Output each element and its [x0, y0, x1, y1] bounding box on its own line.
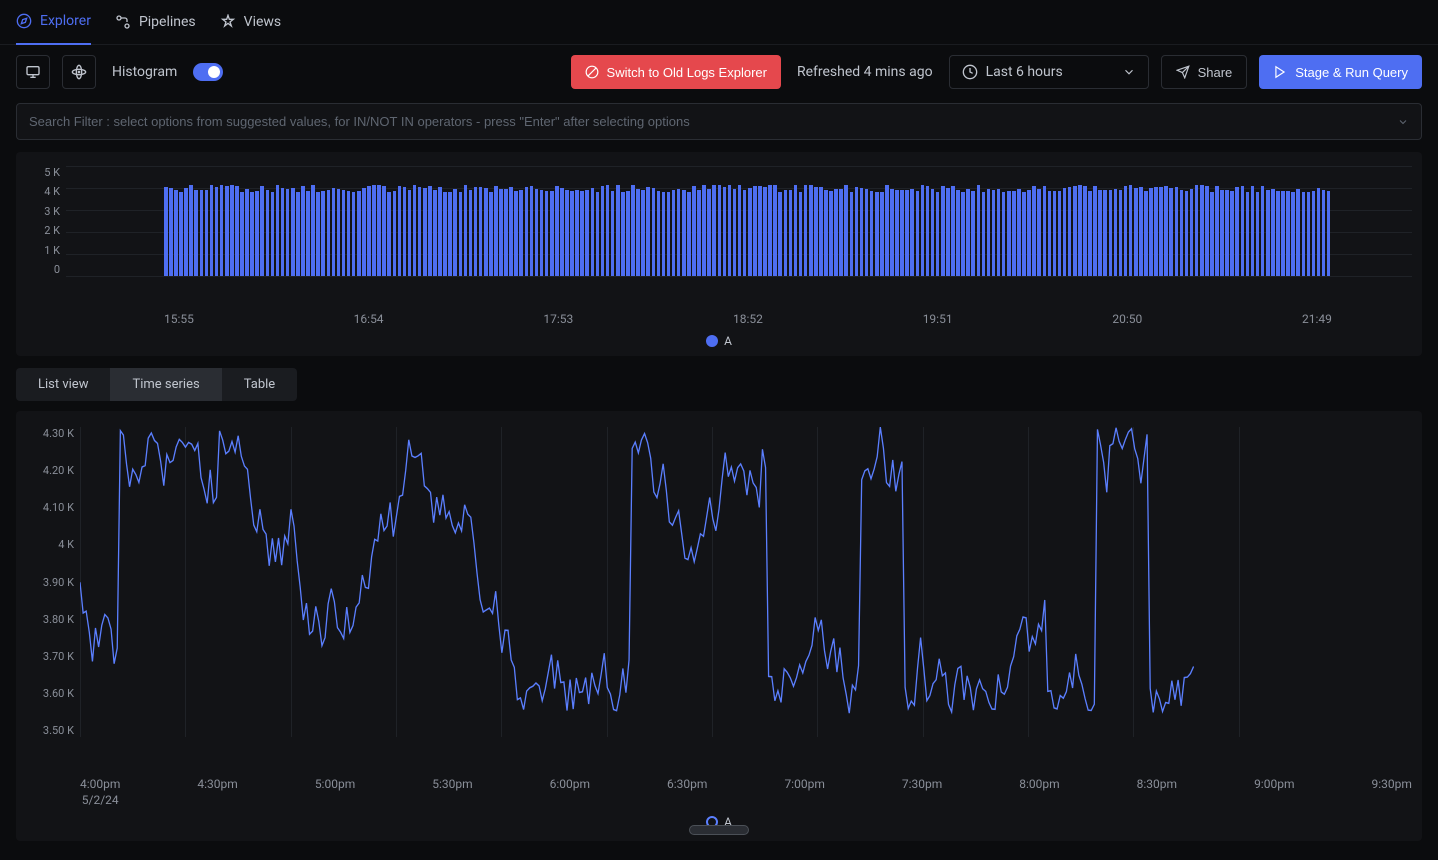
button-label: Stage & Run Query: [1295, 65, 1408, 80]
compass-icon: [16, 13, 32, 29]
tab-label: Explorer: [40, 13, 91, 29]
toolbar: Histogram Switch to Old Logs Explorer Re…: [0, 45, 1438, 99]
button-label: Switch to Old Logs Explorer: [607, 65, 767, 80]
legend-dot-a: [706, 335, 718, 347]
line-plot[interactable]: [80, 427, 1412, 737]
settings-button[interactable]: [62, 55, 96, 89]
monitor-plus-icon: [25, 64, 41, 80]
views-icon: [220, 14, 236, 30]
time-range-label: Last 6 hours: [986, 64, 1114, 80]
view-tab-timeseries[interactable]: Time series: [110, 368, 221, 401]
switch-old-explorer-button[interactable]: Switch to Old Logs Explorer: [571, 55, 781, 89]
bar-x-axis: 15:5516:5417:5318:5219:5120:5021:49: [66, 312, 1412, 326]
clock-icon: [962, 64, 978, 80]
line-y-axis: 4.30 K4.20 K4.10 K4 K3.90 K3.80 K3.70 K3…: [26, 427, 80, 737]
pipelines-icon: [115, 14, 131, 30]
search-input[interactable]: [29, 114, 1397, 129]
top-nav-tabs: Explorer Pipelines Views: [0, 0, 1438, 45]
tab-label: Pipelines: [139, 14, 196, 30]
atom-icon: [71, 64, 87, 80]
tab-pipelines[interactable]: Pipelines: [115, 0, 196, 45]
bar-plot[interactable]: [66, 166, 1412, 276]
chevron-down-icon: [1122, 65, 1136, 79]
tab-explorer[interactable]: Explorer: [16, 0, 91, 45]
view-tab-table[interactable]: Table: [222, 368, 297, 401]
histogram-label: Histogram: [112, 64, 177, 80]
line-x-axis: 4:00pm5/2/244:30pm5:00pm5:30pm6:00pm6:30…: [80, 777, 1412, 807]
histogram-chart: 5 K4 K3 K2 K1 K0 15:5516:5417:5318:5219:…: [16, 152, 1422, 356]
line-chart-panel: 4.30 K4.20 K4.10 K4 K3.90 K3.80 K3.70 K3…: [16, 411, 1422, 841]
button-label: Share: [1198, 65, 1233, 80]
legend-label: A: [724, 334, 732, 348]
play-icon: [1273, 65, 1287, 79]
time-range-selector[interactable]: Last 6 hours: [949, 55, 1149, 89]
view-tabs: List view Time series Table: [16, 368, 297, 401]
search-filter-bar[interactable]: [16, 103, 1422, 140]
share-button[interactable]: Share: [1161, 55, 1248, 89]
view-tab-list[interactable]: List view: [16, 368, 110, 401]
send-icon: [1176, 65, 1190, 79]
chevron-down-icon: [1397, 116, 1409, 128]
slash-circle-icon: [585, 65, 599, 79]
resize-handle[interactable]: [689, 825, 749, 835]
new-query-button[interactable]: [16, 55, 50, 89]
bar-legend: A: [26, 326, 1412, 350]
refreshed-text: Refreshed 4 mins ago: [793, 64, 937, 80]
histogram-toggle[interactable]: [193, 63, 223, 81]
tab-views[interactable]: Views: [220, 0, 282, 45]
tab-label: Views: [244, 14, 282, 30]
stage-run-query-button[interactable]: Stage & Run Query: [1259, 55, 1422, 89]
bar-y-axis: 5 K4 K3 K2 K1 K0: [26, 166, 66, 276]
